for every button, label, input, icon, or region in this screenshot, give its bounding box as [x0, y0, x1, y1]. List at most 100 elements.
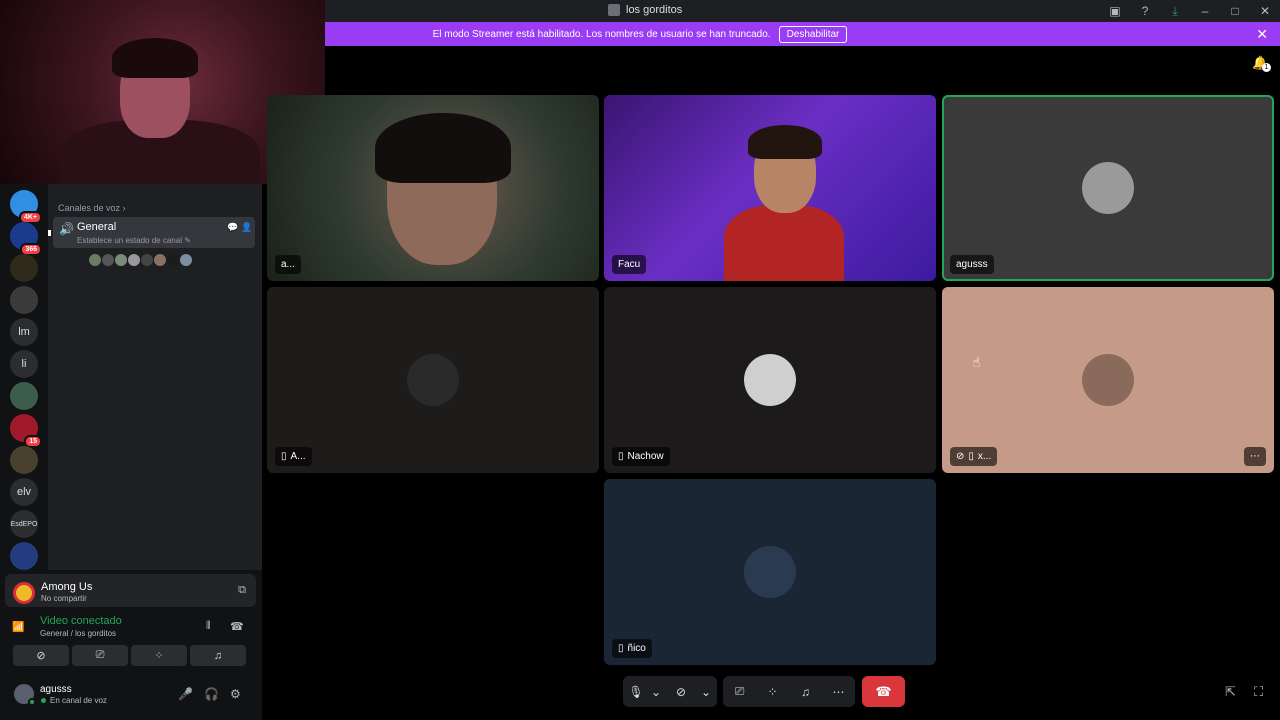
voice-category[interactable]: Canales de voz › [58, 203, 126, 213]
participant-name-tag: Facu [612, 255, 647, 274]
minimize-button[interactable]: – [1190, 0, 1220, 22]
server-icon[interactable] [10, 382, 38, 410]
more-options-icon[interactable]: ⋯ [1244, 447, 1266, 466]
video-tile[interactable]: ⊘ ▯ x... ⋯ [942, 287, 1274, 473]
participant-avatar [407, 354, 459, 406]
voice-category-label: Canales de voz [58, 203, 121, 213]
member-avatar[interactable] [153, 253, 167, 267]
server-rail: 4K+ 366 lm li 15 elv EsdEPO [0, 184, 48, 570]
voice-channel-general[interactable]: 🔊 General Establece un estado de canal ✎… [53, 217, 255, 248]
headphones-icon[interactable]: 🎧 [204, 687, 219, 701]
close-window-button[interactable]: ✕ [1250, 0, 1280, 22]
video-off-icon: ⊘ [956, 451, 965, 462]
channel-members [88, 253, 193, 267]
maximize-button[interactable]: □ [1220, 0, 1250, 22]
video-tile[interactable]: a... [267, 95, 599, 281]
streamer-mode-text: El modo Streamer está habilitado. Los no… [432, 28, 771, 40]
server-icon[interactable] [10, 542, 38, 570]
server-label: lm [18, 326, 30, 338]
stream-activity-icon[interactable]: ⧉ [238, 584, 246, 597]
member-avatar[interactable] [179, 253, 193, 267]
member-avatar[interactable] [140, 253, 154, 267]
user-status: En canal de voz [50, 696, 107, 705]
member-avatar[interactable] [101, 253, 115, 267]
member-avatar[interactable] [166, 253, 180, 267]
server-icon[interactable] [10, 286, 38, 314]
video-tile[interactable]: ▯ A... [267, 287, 599, 473]
member-avatar[interactable] [88, 253, 102, 267]
soundboard-icon[interactable]: ♫ [789, 685, 822, 699]
member-avatar[interactable] [114, 253, 128, 267]
connection-signal-icon[interactable]: 📶 [12, 622, 24, 633]
screen-share-icon[interactable]: ⎚ [723, 684, 756, 699]
leave-call-button[interactable]: ☎ [862, 676, 905, 707]
server-icon[interactable]: 366 [10, 222, 42, 256]
server-icon[interactable]: EsdEPO [10, 510, 38, 538]
microphone-icon[interactable]: 🎙 [623, 685, 649, 699]
participant-name: Nachow [627, 451, 664, 462]
server-icon[interactable]: 15 [10, 414, 42, 448]
activity-title: Among Us [41, 581, 93, 593]
participant-hair [375, 113, 511, 183]
microphone-icon[interactable]: 🎤 [178, 687, 193, 701]
voice-location[interactable]: General / los gorditos [40, 629, 116, 638]
participant-name: agusss [956, 259, 988, 270]
server-icon[interactable]: 4K+ [10, 190, 42, 224]
download-icon[interactable]: ⤓ [1160, 0, 1190, 22]
more-icon[interactable]: ⋯ [822, 685, 855, 699]
video-tile[interactable]: agusss [942, 95, 1274, 281]
soundboard-button[interactable]: ♫ [190, 645, 246, 666]
server-label: li [21, 358, 27, 370]
screen-share-button[interactable]: ⎚ [72, 645, 128, 666]
popout-icon[interactable]: ⇱ [1225, 684, 1236, 700]
server-icon[interactable]: elv [10, 478, 38, 506]
noise-suppression-icon[interactable]: ⫴ [206, 620, 211, 633]
activities-button[interactable]: ⁘ [131, 645, 187, 666]
participant-name: A... [290, 451, 306, 462]
channel-status-text: Establece un estado de canal [77, 236, 182, 245]
activities-icon[interactable]: ⁘ [756, 685, 789, 699]
disconnect-icon[interactable]: ☎ [230, 620, 244, 633]
voice-status: Video conectado [40, 615, 122, 627]
server-icon[interactable] [10, 254, 38, 282]
mobile-icon: ▯ [618, 451, 624, 462]
window-title: los gorditos [608, 4, 682, 16]
activity-card: Among Us No compartir ⧉ [5, 574, 256, 607]
camera-off-icon[interactable]: ⊘ [663, 685, 699, 699]
chat-icon[interactable]: 💬 [227, 222, 238, 233]
disable-streamer-button[interactable]: Deshabilitar [778, 25, 848, 43]
help-icon[interactable]: ? [1130, 0, 1160, 22]
server-icon[interactable]: lm [10, 318, 38, 346]
member-avatar[interactable] [127, 253, 141, 267]
video-tile[interactable]: ▯ ñico [604, 479, 936, 665]
server-icon[interactable]: li [10, 350, 38, 378]
fullscreen-icon[interactable]: ⛶ [1254, 684, 1263, 700]
settings-gear-icon[interactable]: ⚙ [230, 687, 241, 701]
invite-icon[interactable]: 👤 [241, 222, 252, 233]
window-controls: ▣ ? ⤓ – □ ✕ [1100, 0, 1280, 22]
server-icon[interactable] [10, 446, 38, 474]
camera-off-button[interactable]: ⊘ [13, 645, 69, 666]
video-tile[interactable]: ▯ Nachow [604, 287, 936, 473]
voice-status-dot [41, 698, 46, 703]
close-banner-icon[interactable]: ✕ [1256, 26, 1268, 43]
channel-indicator [48, 230, 51, 236]
participant-name: ñico [627, 643, 646, 654]
participant-name-tag: ⊘ ▯ x... [950, 447, 998, 466]
server-icon [608, 4, 620, 16]
online-status-dot [28, 698, 36, 706]
video-tile[interactable]: Facu [604, 95, 936, 281]
participant-shirt [724, 205, 844, 281]
channel-status-prompt[interactable]: Establece un estado de canal ✎ [77, 236, 191, 245]
webcam-hair [112, 38, 198, 78]
participant-avatar [744, 354, 796, 406]
chevron-down-icon[interactable]: ⌄ [699, 685, 713, 699]
activity-controls: ⎚ ⁘ ♫ ⋯ [723, 676, 855, 707]
chevron-down-icon[interactable]: ⌄ [649, 685, 663, 699]
discord-window: los gorditos ▣ ? ⤓ – □ ✕ El modo Streame… [0, 0, 1280, 720]
participant-name: a... [281, 259, 295, 270]
inbox-icon[interactable]: ▣ [1100, 0, 1130, 22]
participant-name-tag: agusss [950, 255, 994, 274]
participant-name-tag: ▯ A... [275, 447, 312, 466]
participant-avatar [1082, 354, 1134, 406]
